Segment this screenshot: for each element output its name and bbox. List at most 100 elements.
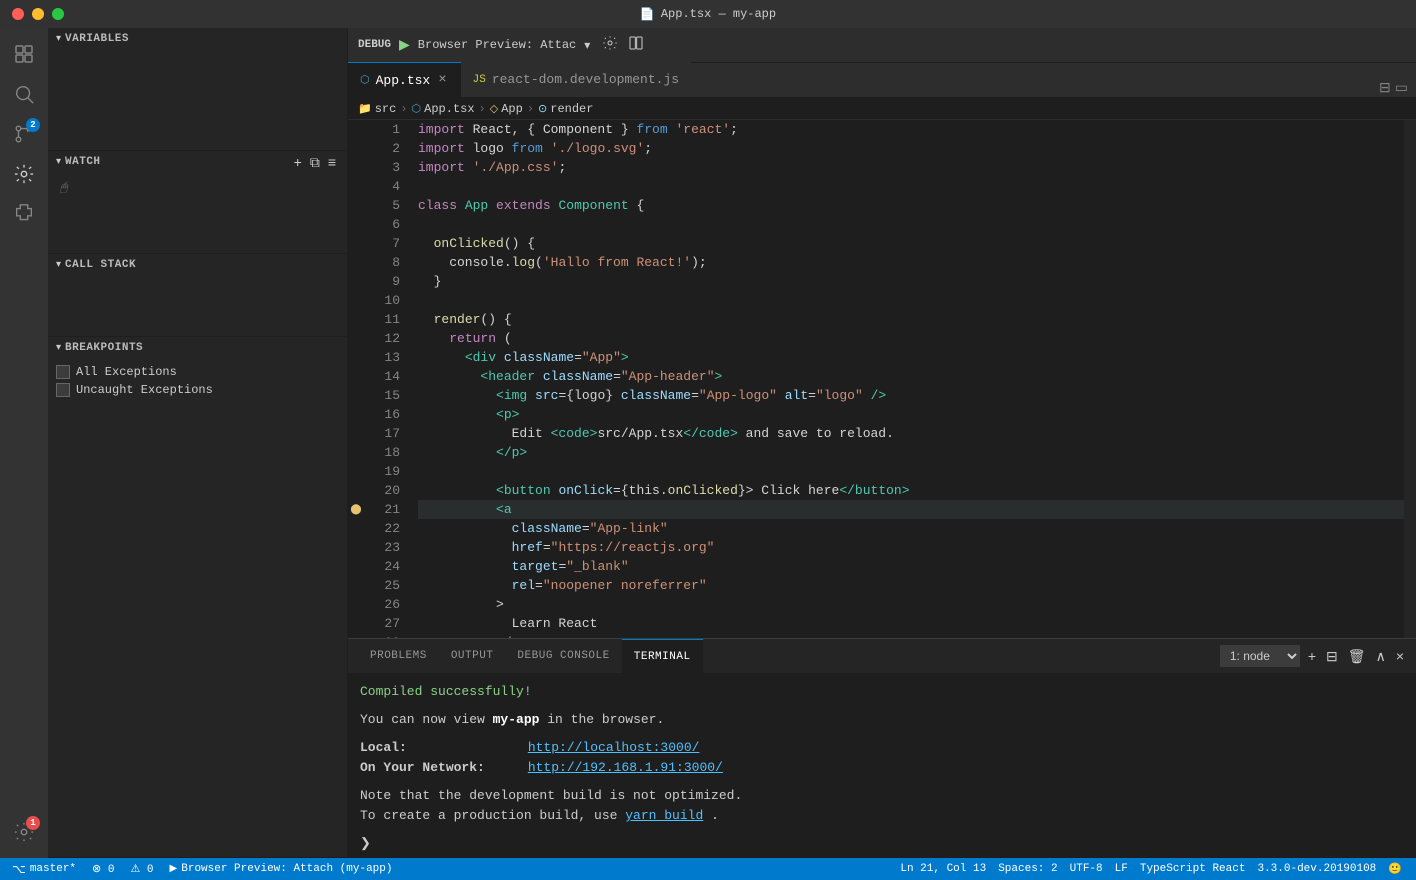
code-line-17[interactable]: Edit <code>src/App.tsx</code> and save t… — [418, 424, 1404, 443]
activity-git[interactable]: 2 — [6, 116, 42, 152]
breakpoint-uncaught-label: Uncaught Exceptions — [76, 383, 213, 397]
tab-app-tsx[interactable]: ⬡ App.tsx × — [348, 62, 461, 97]
breakpoints-header[interactable]: ▾ BREAKPOINTS — [48, 337, 347, 359]
activity-search[interactable] — [6, 76, 42, 112]
panel-split-button[interactable]: ⊟ — [1324, 646, 1340, 667]
tab-terminal[interactable]: TERMINAL — [622, 639, 703, 674]
activity-explorer[interactable] — [6, 36, 42, 72]
breadcrumb-src[interactable]: 📁 src — [358, 102, 396, 116]
panel-collapse-button[interactable]: ∧ — [1374, 646, 1388, 667]
code-line-23[interactable]: href="https://reactjs.org" — [418, 538, 1404, 557]
code-line-8[interactable]: console.log('Hallo from React!'); — [418, 253, 1404, 272]
code-line-3[interactable]: import './App.css'; — [418, 158, 1404, 177]
callstack-header[interactable]: ▾ CALL STACK — [48, 254, 347, 276]
code-line-22[interactable]: className="App-link" — [418, 519, 1404, 538]
breadcrumb-method[interactable]: ⊙ render — [538, 102, 593, 116]
code-line-20[interactable]: <button onClick={this.onClicked}> Click … — [418, 481, 1404, 500]
gutter-13 — [348, 348, 364, 367]
debug-play-button[interactable]: ▶ — [399, 37, 410, 54]
debug-dropdown-arrow[interactable]: ▾ — [584, 38, 590, 53]
status-bar: ⌥ master* ⊗ 0 ⚠ 0 ▶ Browser Preview: Att… — [0, 858, 1416, 880]
panel-trash-button[interactable]: 🗑 — [1346, 646, 1368, 667]
line-number-9: 9 — [364, 272, 406, 291]
breadcrumb-file[interactable]: ⬡ App.tsx — [412, 102, 475, 116]
code-line-12[interactable]: return ( — [418, 329, 1404, 348]
tab-react-dom[interactable]: JS react-dom.development.js — [461, 62, 691, 97]
toggle-panel-button[interactable]: ▭ — [1395, 80, 1408, 97]
gutter-3 — [348, 158, 364, 177]
code-content[interactable]: import React, { Component } from 'react'… — [414, 120, 1404, 638]
breadcrumb-class[interactable]: ◇ App — [490, 102, 523, 116]
code-line-10[interactable] — [418, 291, 1404, 310]
code-line-4[interactable] — [418, 177, 1404, 196]
code-line-27[interactable]: Learn React — [418, 614, 1404, 633]
status-position[interactable]: Ln 21, Col 13 — [894, 858, 992, 880]
code-line-14[interactable]: <header className="App-header"> — [418, 367, 1404, 386]
code-line-9[interactable]: } — [418, 272, 1404, 291]
breakpoint-all-label: All Exceptions — [76, 365, 177, 379]
scrollbar[interactable] — [1404, 120, 1416, 638]
watch-header[interactable]: ▾ WATCH + ⧉ ≡ — [48, 151, 347, 173]
split-editor-button[interactable]: ⊟ — [1379, 80, 1391, 97]
code-line-5[interactable]: class App extends Component { — [418, 196, 1404, 215]
status-spaces[interactable]: Spaces: 2 — [992, 858, 1063, 880]
breakpoint-item-all: All Exceptions — [56, 363, 339, 381]
breadcrumb: 📁 src › ⬡ App.tsx › ◇ App › ⊙ render — [348, 98, 1416, 120]
watch-add-button[interactable]: + — [291, 154, 305, 171]
line-number-16: 16 — [364, 405, 406, 424]
code-line-24[interactable]: target="_blank" — [418, 557, 1404, 576]
tab-close-app-tsx[interactable]: × — [436, 72, 448, 88]
code-line-7[interactable]: onClicked() { — [418, 234, 1404, 253]
panel-add-button[interactable]: + — [1306, 646, 1318, 666]
close-button[interactable] — [12, 8, 24, 20]
tab-problems[interactable]: PROBLEMS — [358, 639, 439, 674]
panel-tabs: PROBLEMS OUTPUT DEBUG CONSOLE TERMINAL 1… — [348, 639, 1416, 674]
gutter-10 — [348, 291, 364, 310]
breakpoint-uncaught-checkbox[interactable] — [56, 383, 70, 397]
activity-debug[interactable] — [6, 156, 42, 192]
code-line-26[interactable]: > — [418, 595, 1404, 614]
status-browser-preview[interactable]: ▶ Browser Preview: Attach (my-app) — [166, 863, 397, 875]
debug-gear-button[interactable] — [602, 35, 618, 55]
tab-tsx-icon: ⬡ — [360, 73, 370, 87]
terminal-selector[interactable]: 1: node — [1220, 645, 1300, 667]
status-line-ending[interactable]: LF — [1109, 858, 1134, 880]
code-line-6[interactable] — [418, 215, 1404, 234]
code-line-13[interactable]: <div className="App"> — [418, 348, 1404, 367]
status-language[interactable]: TypeScript React — [1134, 858, 1252, 880]
code-line-25[interactable]: rel="noopener noreferrer" — [418, 576, 1404, 595]
gutter-1 — [348, 120, 364, 139]
code-line-16[interactable]: <p> — [418, 405, 1404, 424]
watch-collapse-button[interactable]: ≡ — [325, 154, 339, 171]
window-controls[interactable] — [12, 8, 64, 20]
minimize-button[interactable] — [32, 8, 44, 20]
status-branch[interactable]: ⌥ master* — [8, 862, 80, 877]
breakpoint-all-checkbox[interactable] — [56, 365, 70, 379]
maximize-button[interactable] — [52, 8, 64, 20]
gutter-11 — [348, 310, 364, 329]
code-line-19[interactable] — [418, 462, 1404, 481]
tab-output[interactable]: OUTPUT — [439, 639, 506, 674]
status-feedback[interactable]: 🙂 — [1382, 858, 1408, 880]
panel-close-button[interactable]: × — [1394, 646, 1406, 666]
code-line-2[interactable]: import logo from './logo.svg'; — [418, 139, 1404, 158]
code-line-21[interactable]: <a — [418, 500, 1404, 519]
code-line-18[interactable]: </p> — [418, 443, 1404, 462]
method-icon: ⊙ — [538, 102, 547, 116]
terminal-content[interactable]: Compiled successfully! You can now view … — [348, 674, 1416, 858]
status-errors[interactable]: ⊗ 0 — [88, 862, 118, 876]
activity-extensions[interactable] — [6, 196, 42, 232]
debug-split-button[interactable] — [628, 35, 644, 55]
watch-arrow: ▾ — [56, 156, 61, 168]
status-version[interactable]: 3.3.0-dev.20190108 — [1251, 858, 1382, 880]
code-line-1[interactable]: import React, { Component } from 'react'… — [418, 120, 1404, 139]
tab-debug-console[interactable]: DEBUG CONSOLE — [505, 639, 621, 674]
watch-copy-button[interactable]: ⧉ — [307, 154, 323, 171]
play-icon: ▶ — [170, 863, 178, 875]
code-line-15[interactable]: <img src={logo} className="App-logo" alt… — [418, 386, 1404, 405]
variables-header[interactable]: ▾ VARIABLES — [48, 28, 347, 50]
status-warnings[interactable]: ⚠ 0 — [126, 862, 157, 876]
activity-settings[interactable]: 1 — [6, 814, 42, 850]
code-line-11[interactable]: render() { — [418, 310, 1404, 329]
status-encoding[interactable]: UTF-8 — [1064, 858, 1109, 880]
